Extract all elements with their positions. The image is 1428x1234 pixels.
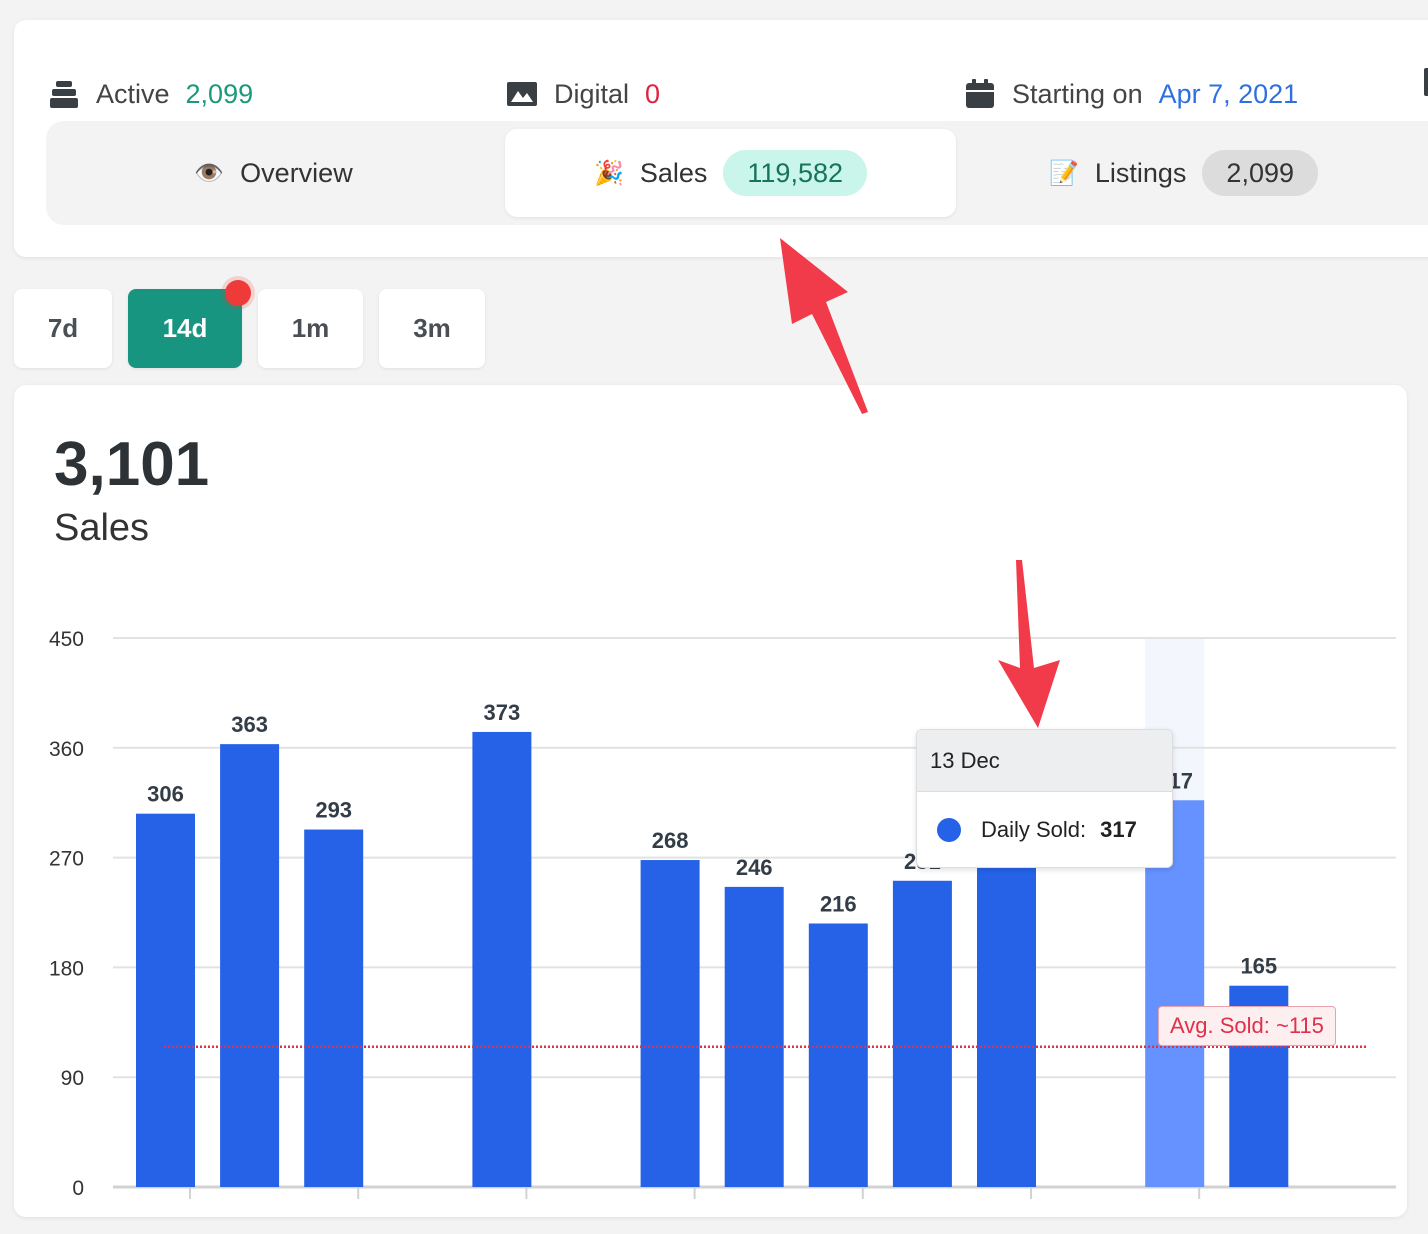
bar-value-label: 268 [652,828,689,853]
notification-dot [225,280,251,306]
stat-start-date-label: Starting on [1012,78,1143,109]
stack-icon [50,81,78,108]
stat-start-date-value: Apr 7, 2021 [1158,78,1299,109]
y-tick-label: 0 [72,1177,84,1200]
tab-listings[interactable]: 📝 Listings 2,099 [956,129,1411,217]
tab-sales[interactable]: 🎉 Sales 119,582 [505,129,956,217]
daily-sales-bar-chart: 0901802703604503063632933732682462162513… [49,628,1396,1200]
chart-tooltip: 13 Dec Daily Sold: 317 [916,729,1173,868]
stat-digital-label: Digital [554,78,630,109]
stat-active: Active 2,099 [48,78,253,110]
calendar-icon-partial [1424,68,1428,96]
stat-active-value: 2,099 [185,78,254,109]
party-popper-icon: 🎉 [593,159,624,187]
stat-start-date: Starting on Apr 7, 2021 [964,78,1298,110]
stat-digital-value: 0 [645,78,661,109]
tab-bar: 👁️ Overview 🎉 Sales 119,582 📝 Listings 2… [46,121,1428,225]
bar [808,923,868,1187]
bar-value-label: 216 [820,891,857,916]
average-sold-label: Avg. Sold: ~115 [1158,1006,1336,1046]
tooltip-series-name: Daily Sold: [981,817,1087,842]
tab-listings-label: Listings [1094,157,1187,188]
eye-icon: 👁️ [194,159,225,187]
y-tick-label: 450 [49,628,84,651]
y-tick-label: 360 [49,738,84,761]
memo-icon: 📝 [1048,159,1079,187]
bar [977,817,1036,1187]
calendar-icon [966,79,994,108]
tooltip-value: 317 [1100,817,1137,842]
range-14d-button[interactable]: 14d [128,289,242,368]
sales-chart-card: 3,101 Sales 0 90 180 270 360 450 306 363 293 373 2… [14,385,1407,1217]
stat-active-label: Active [96,78,170,109]
bar-value-label: 246 [736,855,773,880]
range-7d-button[interactable]: 7d [14,289,112,368]
tab-sales-label: Sales [639,157,708,188]
range-1m-button[interactable]: 1m [258,289,363,368]
bar [472,731,532,1187]
bar-value-label: 306 [147,782,184,807]
stat-digital: Digital 0 [506,78,660,110]
tab-overview[interactable]: 👁️ Overview [46,129,501,217]
bar-value-label: 165 [1240,954,1277,979]
tab-listings-badge: 2,099 [1202,150,1318,196]
bar [304,829,364,1187]
bar [136,813,195,1187]
image-icon [507,82,537,106]
bar-value-label: 363 [231,712,268,737]
y-tick-label: 90 [61,1067,84,1090]
tab-overview-label: Overview [240,157,353,188]
tab-sales-badge: 119,582 [723,150,868,196]
y-tick-label: 180 [49,957,84,980]
y-tick-label: 270 [49,848,84,871]
series-color-dot [937,818,961,842]
bar [892,880,952,1187]
bar-value-label: 373 [484,700,521,725]
bar [724,886,784,1187]
tooltip-title: 13 Dec [917,730,1172,792]
bar [640,860,700,1187]
bar-value-label: 293 [315,798,352,823]
range-3m-button[interactable]: 3m [379,289,485,368]
bar [220,744,280,1187]
tooltip-row: Daily Sold: 317 [917,792,1172,868]
